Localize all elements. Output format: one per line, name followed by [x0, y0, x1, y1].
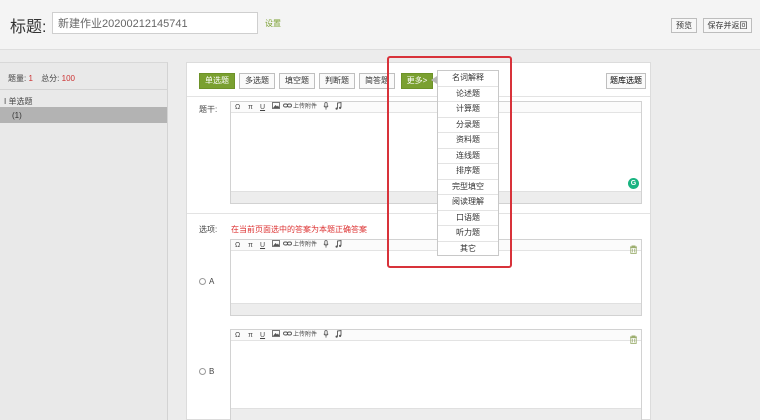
tree-item-question-1[interactable]: (1) [0, 107, 167, 123]
tab-short-answer[interactable]: 简答题 [359, 73, 395, 89]
option-a-label: A [209, 277, 215, 286]
question-bank-button[interactable]: 题库选题 [606, 73, 646, 89]
pi-icon[interactable]: π [248, 240, 253, 251]
stem-label: 题干: [199, 105, 218, 114]
dropdown-item-matching[interactable]: 连线题 [438, 149, 498, 164]
tab-true-false[interactable]: 判断题 [319, 73, 355, 89]
link-icon[interactable] [283, 240, 292, 251]
correct-answer-hint: 在当前页面选中的答案为本题正确答案 [231, 225, 367, 234]
underline-icon[interactable]: U [260, 102, 265, 113]
dropdown-item-journal-entry[interactable]: 分录题 [438, 118, 498, 133]
sidebar-divider [0, 89, 168, 90]
question-editor-panel: 单选题 多选题 填空题 判断题 简答题 更多> 题库选题 题干: Ω π U 上… [186, 62, 651, 420]
options-label: 选项: [199, 225, 218, 234]
dropdown-item-reading-comprehension[interactable]: 阅读理解 [438, 195, 498, 211]
pi-icon[interactable]: π [248, 102, 253, 113]
omega-icon[interactable]: Ω [235, 330, 240, 341]
upload-attachment-button[interactable]: 上传附件 [293, 102, 317, 113]
image-icon[interactable] [272, 102, 280, 113]
microphone-icon[interactable] [323, 330, 329, 342]
tab-multiple-choice[interactable]: 多选题 [239, 73, 275, 89]
music-icon[interactable] [335, 239, 342, 252]
score-value: 100 [61, 74, 75, 83]
tab-single-choice[interactable]: 单选题 [199, 73, 235, 89]
image-icon[interactable] [272, 330, 280, 341]
stem-divider [187, 213, 650, 214]
option-b-editor-footer [231, 408, 641, 420]
dropdown-item-ordering[interactable]: 排序题 [438, 164, 498, 180]
dropdown-item-cloze[interactable]: 完型填空 [438, 180, 498, 195]
microphone-icon[interactable] [323, 240, 329, 252]
tab-fill-blank[interactable]: 填空题 [279, 73, 315, 89]
option-a-editor[interactable]: Ω π U 上传附件 [230, 239, 642, 316]
dropdown-item-essay[interactable]: 论述题 [438, 87, 498, 102]
dropdown-item-listening[interactable]: 听力题 [438, 226, 498, 242]
music-icon[interactable] [335, 329, 342, 342]
count-value: 1 [28, 74, 33, 83]
setting-link[interactable]: 设置 [265, 18, 281, 29]
dropdown-item-calculation[interactable]: 计算题 [438, 102, 498, 118]
preview-button[interactable]: 预览 [671, 18, 697, 33]
title-input[interactable] [52, 12, 258, 34]
delete-option-a-icon[interactable] [629, 241, 638, 254]
count-label: 题量: [8, 74, 27, 83]
option-b-label: B [209, 367, 215, 376]
page-header: 标题: 设置 预览 保存并返回 [0, 0, 760, 50]
stem-toolbar: Ω π U 上传附件 [231, 101, 641, 114]
delete-option-b-icon[interactable] [629, 331, 638, 344]
question-sidebar: 题量: 1 总分: 100 I 单选题 (1) [0, 62, 168, 420]
save-and-return-button[interactable]: 保存并返回 [703, 18, 752, 33]
upload-attachment-button[interactable]: 上传附件 [293, 330, 317, 341]
option-a-toolbar: Ω π U 上传附件 [231, 239, 641, 254]
underline-icon[interactable]: U [260, 240, 265, 251]
stem-editor[interactable]: Ω π U 上传附件 G [230, 101, 642, 204]
link-icon[interactable] [283, 330, 292, 341]
link-icon[interactable] [283, 102, 292, 113]
tabs-divider [187, 96, 650, 97]
tree-group-single-choice[interactable]: I 单选题 [4, 96, 32, 107]
option-b-radio[interactable] [199, 368, 206, 375]
dropdown-item-other[interactable]: 其它 [438, 242, 498, 258]
title-label: 标题: [10, 19, 47, 36]
underline-icon[interactable]: U [260, 330, 265, 341]
pi-icon[interactable]: π [248, 330, 253, 341]
question-stats: 题量: 1 总分: 100 [8, 73, 81, 84]
microphone-icon[interactable] [323, 102, 329, 114]
option-b-editor[interactable]: Ω π U 上传附件 [230, 329, 642, 420]
dropdown-item-term-explanation[interactable]: 名词解释 [438, 71, 498, 87]
omega-icon[interactable]: Ω [235, 102, 240, 113]
option-b-toolbar: Ω π U 上传附件 [231, 329, 641, 344]
music-icon[interactable] [335, 101, 342, 114]
omega-icon[interactable]: Ω [235, 240, 240, 251]
grammarly-icon[interactable]: G [628, 178, 639, 189]
upload-attachment-button[interactable]: 上传附件 [293, 240, 317, 251]
option-a-radio[interactable] [199, 278, 206, 285]
dropdown-item-oral[interactable]: 口语题 [438, 211, 498, 226]
stem-editor-footer [231, 191, 641, 203]
dropdown-item-data-analysis[interactable]: 资料题 [438, 133, 498, 149]
more-types-dropdown: 名词解释 论述题 计算题 分录题 资料题 连线题 排序题 完型填空 阅读理解 口… [437, 70, 499, 256]
more-types-button[interactable]: 更多> [401, 73, 433, 89]
score-label: 总分: [41, 74, 60, 83]
image-icon[interactable] [272, 240, 280, 251]
option-a-editor-footer [231, 303, 641, 315]
